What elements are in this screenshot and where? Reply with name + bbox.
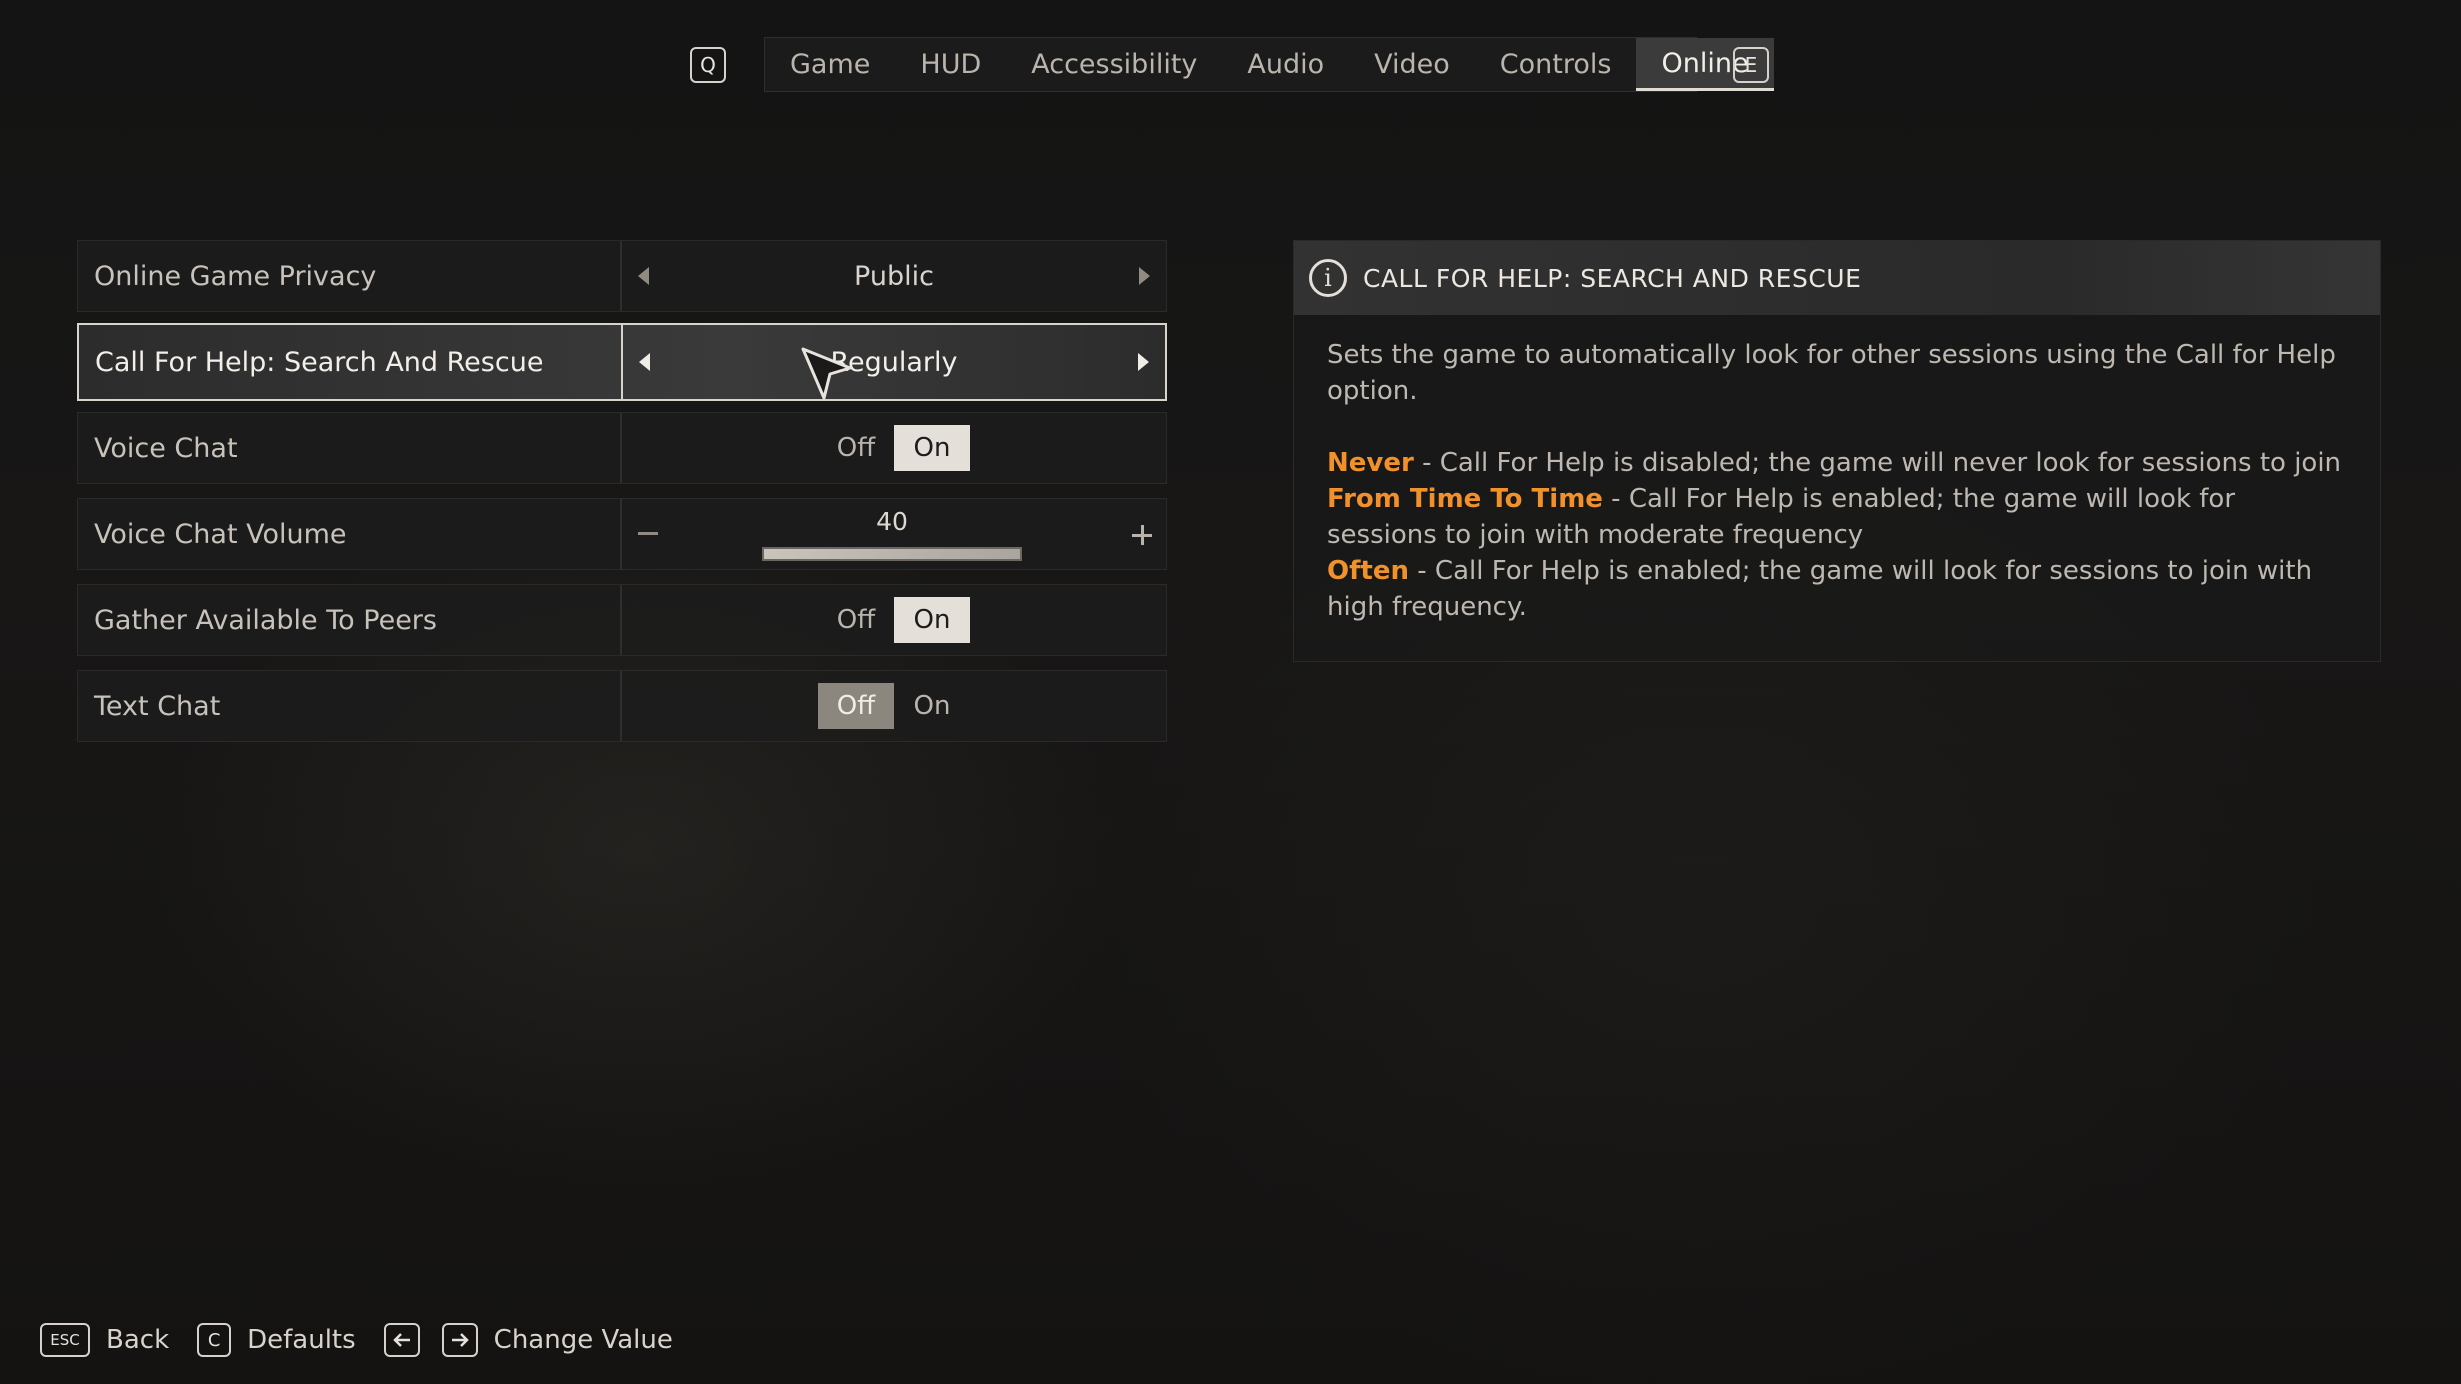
esc-key-icon[interactable]: ESC — [40, 1323, 90, 1357]
toggle-control: Off On — [622, 671, 1166, 741]
c-key-icon[interactable]: C — [197, 1323, 232, 1357]
voice-chat-toggle[interactable]: Off On — [818, 425, 970, 471]
setting-label: Text Chat — [78, 671, 622, 741]
tab-accessibility[interactable]: Accessibility — [1006, 38, 1222, 91]
tab-controls[interactable]: Controls — [1475, 38, 1637, 91]
tab-audio[interactable]: Audio — [1222, 38, 1349, 91]
change-value-hint[interactable]: Change Value — [494, 1325, 673, 1355]
slider-fill — [764, 549, 1020, 559]
info-title: CALL FOR HELP: SEARCH AND RESCUE — [1363, 263, 1862, 293]
setting-label: Gather Available To Peers — [78, 585, 622, 655]
arrow-left-icon[interactable] — [639, 353, 650, 371]
toggle-off-option[interactable]: Off — [818, 683, 894, 729]
toggle-on-option[interactable]: On — [894, 683, 970, 729]
slider-control: 40 — [622, 499, 1166, 569]
info-panel: i CALL FOR HELP: SEARCH AND RESCUE Sets … — [1293, 240, 2381, 662]
setting-label: Voice Chat Volume — [78, 499, 622, 569]
setting-row-gather-available[interactable]: Gather Available To Peers Off On — [77, 584, 1167, 656]
arrow-right-key-icon[interactable] — [441, 1323, 478, 1357]
tab-game[interactable]: Game — [765, 38, 895, 91]
slider-track[interactable] — [762, 547, 1022, 561]
mouse-cursor-icon — [801, 347, 852, 400]
info-icon: i — [1309, 259, 1347, 297]
defaults-hint[interactable]: Defaults — [247, 1325, 356, 1355]
setting-label: Online Game Privacy — [78, 241, 622, 311]
info-option-from-time-to-time: From Time To Time - Call For Help is ena… — [1327, 481, 2348, 553]
prev-tab-key-q[interactable]: Q — [690, 47, 726, 83]
slider-value: 40 — [876, 507, 908, 536]
toggle-off-option[interactable]: Off — [818, 597, 894, 643]
button-hints-bar: ESC Back C Defaults Change Value — [40, 1320, 701, 1360]
minus-icon[interactable] — [638, 532, 658, 535]
tab-bar: Game HUD Accessibility Audio Video Contr… — [764, 37, 1774, 92]
toggle-control: Off On — [622, 413, 1166, 483]
setting-row-call-for-help[interactable]: Call For Help: Search And Rescue Regular… — [77, 323, 1167, 401]
toggle-off-option[interactable]: Off — [818, 425, 894, 471]
option-name: Often — [1327, 556, 1409, 586]
settings-list: Online Game Privacy Public Call For Help… — [77, 240, 1167, 756]
arrow-left-icon[interactable] — [638, 267, 649, 285]
info-option-often: Often - Call For Help is enabled; the ga… — [1327, 553, 2348, 625]
setting-row-text-chat[interactable]: Text Chat Off On — [77, 670, 1167, 742]
selector-value: Public — [854, 260, 934, 292]
info-option-never: Never - Call For Help is disabled; the g… — [1327, 445, 2348, 481]
next-tab-key-e[interactable]: E — [1733, 47, 1769, 83]
arrow-left-key-icon[interactable] — [383, 1323, 420, 1357]
info-body: Sets the game to automatically look for … — [1294, 315, 2380, 625]
setting-row-voice-chat[interactable]: Voice Chat Off On — [77, 412, 1167, 484]
arrow-right-icon[interactable] — [1139, 267, 1150, 285]
toggle-control: Off On — [622, 585, 1166, 655]
setting-label: Voice Chat — [78, 413, 622, 483]
toggle-on-option[interactable]: On — [894, 597, 970, 643]
setting-row-online-game-privacy[interactable]: Online Game Privacy Public — [77, 240, 1167, 312]
option-text: - Call For Help is enabled; the game wil… — [1327, 556, 2313, 622]
info-panel-header: i CALL FOR HELP: SEARCH AND RESCUE — [1294, 241, 2380, 315]
text-chat-toggle[interactable]: Off On — [818, 683, 970, 729]
plus-icon[interactable] — [1132, 525, 1152, 545]
gather-toggle[interactable]: Off On — [818, 597, 970, 643]
option-name: From Time To Time — [1327, 484, 1603, 514]
tab-video[interactable]: Video — [1349, 38, 1475, 91]
selector-control: Regularly — [623, 325, 1165, 399]
back-hint[interactable]: Back — [106, 1325, 169, 1355]
option-name: Never — [1327, 448, 1414, 478]
toggle-on-option[interactable]: On — [894, 425, 970, 471]
info-description: Sets the game to automatically look for … — [1327, 340, 2336, 406]
volume-slider[interactable]: 40 — [762, 507, 1022, 567]
option-text: - Call For Help is disabled; the game wi… — [1413, 448, 2342, 478]
selector-control: Public — [622, 241, 1166, 311]
setting-label: Call For Help: Search And Rescue — [79, 325, 623, 399]
tab-hud[interactable]: HUD — [895, 38, 1006, 91]
setting-row-voice-chat-volume[interactable]: Voice Chat Volume 40 — [77, 498, 1167, 570]
arrow-right-icon[interactable] — [1138, 353, 1149, 371]
